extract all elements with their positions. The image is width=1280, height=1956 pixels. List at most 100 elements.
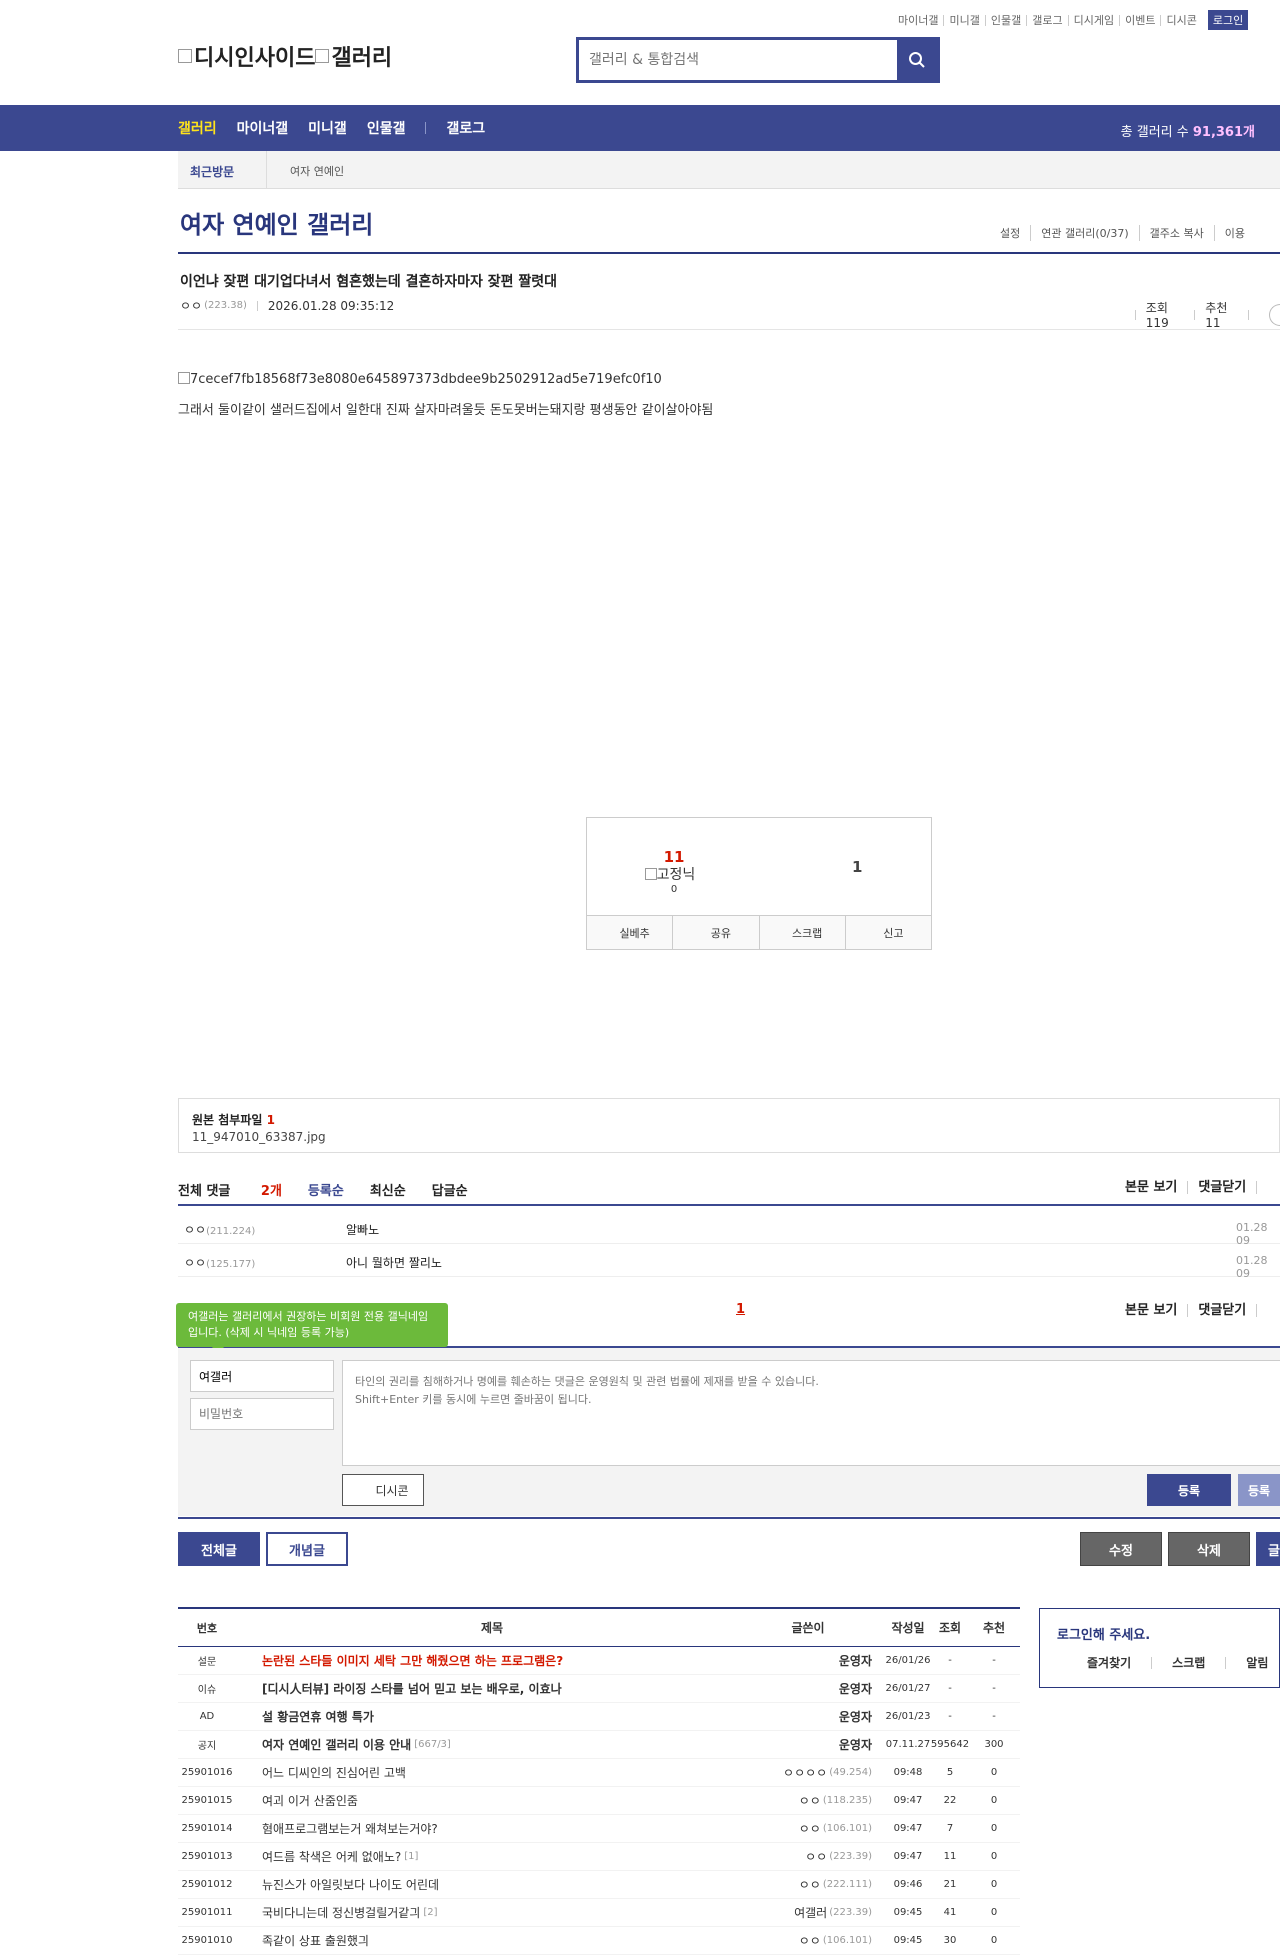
share-toggle-icon[interactable] [1268, 303, 1280, 326]
row-reply-count[interactable]: [1] [404, 1851, 418, 1862]
best-recommend-button[interactable]: 실베추 [587, 916, 672, 949]
comment-nick[interactable]: ㅇㅇ(125.177) [184, 1254, 255, 1271]
list-row[interactable]: AD 설 황금연휴 여행 특가 운영자 26/01/23- - [178, 1703, 1020, 1731]
edit-button[interactable]: 수정 [1080, 1532, 1162, 1566]
post-author[interactable]: ㅇㅇ [180, 297, 202, 314]
row-title[interactable]: 여괴 이거 산줌인줌 [262, 1792, 358, 1809]
share-button[interactable]: 공유 [672, 916, 758, 949]
row-title[interactable]: 혐애프로그램보는거 왜쳐보는거야? [262, 1820, 438, 1837]
list-row[interactable]: 25901013 여드름 착색은 어케 없애노? [1] ㅇㅇ (223.39) 09:4… [178, 1843, 1020, 1871]
gallery-usage-link[interactable]: 이용 [1213, 225, 1255, 241]
list-row[interactable]: 25901012 뉴진스가 아일릿보다 나이도 어린데 ㅇㅇ (222.111) 09:… [178, 1871, 1020, 1899]
recommend-up[interactable]: 11 고정닉 0 [644, 848, 699, 895]
row-title[interactable]: 국비다니는데 정신병걸릴거같긔 [262, 1904, 420, 1921]
post-image[interactable]: 7cecef7fb18568f73e8080e645897373dbdee9b2… [178, 372, 662, 387]
list-row[interactable]: 이슈 [디시人터뷰] 라이징 스타를 넘어 믿고 보는 배우로, 이효나 운영자 26… [178, 1675, 1020, 1703]
row-writer[interactable]: 운영자 [678, 1703, 872, 1730]
close-comments-link[interactable]: 댓글닫기 [1187, 1304, 1256, 1317]
nickname-field[interactable] [190, 1360, 334, 1392]
login-prompt[interactable]: 로그인해 주세요. [1057, 1624, 1150, 1643]
top-link-dccon[interactable]: 디시콘 [1160, 14, 1201, 26]
gallery-settings-link[interactable]: 설정 [1000, 225, 1030, 241]
row-writer[interactable]: 여갤러 (223.39) [678, 1899, 872, 1926]
top-link-gallog[interactable]: 갤로그 [1026, 14, 1067, 26]
row-title[interactable]: 어느 디씨인의 진심어린 고백 [262, 1764, 406, 1781]
all-posts-button[interactable]: 전체글 [178, 1532, 260, 1566]
scrap-button[interactable]: 스크랩 [758, 916, 845, 949]
top-link-dcgame[interactable]: 디시게임 [1067, 14, 1119, 26]
row-writer[interactable]: ㅇㅇㅇㅇ (49.254) [678, 1759, 872, 1786]
list-row[interactable]: 25901014 혐애프로그램보는거 왜쳐보는거야? ㅇㅇ (106.101) 09:4… [178, 1815, 1020, 1843]
search-input[interactable] [579, 40, 897, 80]
nav-gallery[interactable]: 갤러리 [178, 118, 217, 138]
list-row[interactable]: 25901011 국비다니는데 정신병걸릴거같긔 [2] 여갤러 (223.39) 09:… [178, 1899, 1020, 1927]
list-row[interactable]: 설문 논란된 스타들 이미지 세탁 그만 해줬으면 하는 프로그램은? 운영자 26/… [178, 1647, 1020, 1675]
recommend-down-count[interactable]: 1 [852, 858, 862, 876]
nav-gallog[interactable]: 갤로그 [446, 118, 485, 138]
notification-link[interactable]: 알림 [1225, 1657, 1280, 1669]
scrap-link[interactable]: 스크랩 [1151, 1657, 1225, 1669]
nav-person[interactable]: 인물갤 [367, 118, 406, 138]
top-link-person[interactable]: 인물갤 [984, 14, 1026, 26]
recent-visits-label[interactable]: 최근방문 [190, 163, 234, 180]
related-galleries-link[interactable]: 연관 갤러리(0/37) [1030, 225, 1138, 241]
search-button[interactable] [897, 40, 937, 80]
row-writer[interactable]: ㅇㅇ (118.235) [678, 1787, 872, 1814]
post-list-header: 번호 제목 글쓴이 작성일 조회 추천 [178, 1609, 1020, 1647]
write-button[interactable]: 글 [1256, 1532, 1280, 1566]
report-button[interactable]: 신고 [844, 916, 931, 949]
row-title[interactable]: 논란된 스타들 이미지 세탁 그만 해줬으면 하는 프로그램은? [262, 1652, 563, 1669]
login-button[interactable]: 로그인 [1207, 10, 1249, 30]
comment-textarea[interactable] [342, 1360, 1280, 1466]
nav-mini[interactable]: 미니갤 [308, 118, 347, 138]
favorites-link[interactable]: 즐겨찾기 [1040, 1657, 1151, 1669]
site-logo[interactable]: 디시인사이드 갤러리 [178, 40, 392, 72]
register-button[interactable]: 등록 [1147, 1474, 1231, 1506]
concept-posts-button[interactable]: 개념글 [266, 1532, 348, 1566]
view-post-link[interactable]: 본문 보기 [1115, 1181, 1187, 1194]
gallery-title[interactable]: 여자 연예인 갤러리 [180, 205, 373, 240]
sort-by-registration[interactable]: 등록순 [308, 1180, 344, 1199]
top-link-minor[interactable]: 마이너갤 [893, 15, 943, 26]
row-title[interactable]: 족같이 상표 출원했긔 [262, 1932, 369, 1949]
logo-alt-text: 디시인사이드 [194, 46, 316, 71]
row-writer[interactable]: 운영자 [678, 1731, 872, 1758]
view-post-link[interactable]: 본문 보기 [1115, 1304, 1187, 1317]
list-row[interactable]: 공지 여자 연예인 갤러리 이용 안내 [667/3] 운영자 07.11.27 5956… [178, 1731, 1020, 1759]
dccon-button[interactable]: 디시콘 [342, 1474, 424, 1506]
nav-minor[interactable]: 마이너갤 [237, 118, 289, 138]
attachment-file[interactable]: 11_947010_63387.jpg [192, 1130, 326, 1144]
password-field[interactable] [190, 1398, 334, 1430]
row-writer[interactable]: ㅇㅇ (106.101) [678, 1927, 872, 1954]
sort-by-replies[interactable]: 답글순 [432, 1180, 468, 1199]
row-title[interactable]: 뉴진스가 아일릿보다 나이도 어린데 [262, 1876, 439, 1893]
comment-nick[interactable]: ㅇㅇ(211.224) [184, 1221, 255, 1238]
list-row[interactable]: 25901015 여괴 이거 산줌인줌 ㅇㅇ (118.235) 09:47 22 0 [178, 1787, 1020, 1815]
top-link-mini[interactable]: 미니갤 [943, 14, 984, 26]
copy-gallery-url-link[interactable]: 갤주소 복사 [1138, 225, 1214, 241]
stats-divider [1135, 309, 1136, 320]
top-link-event[interactable]: 이벤트 [1119, 14, 1160, 26]
row-writer[interactable]: ㅇㅇ (223.39) [678, 1843, 872, 1870]
sort-by-latest[interactable]: 최신순 [370, 1180, 406, 1199]
stats-divider [1194, 309, 1196, 320]
recent-visit-item[interactable]: 여자 연예인 [290, 163, 344, 179]
row-title[interactable]: 여드름 착색은 어케 없애노? [262, 1848, 401, 1865]
row-writer[interactable]: ㅇㅇ (106.101) [678, 1815, 872, 1842]
row-writer[interactable]: 운영자 [678, 1675, 872, 1702]
row-writer[interactable]: 운영자 [678, 1647, 872, 1674]
row-writer-name: ㅇㅇ [798, 1794, 821, 1808]
row-reply-count[interactable]: [667/3] [414, 1739, 451, 1750]
row-title[interactable]: 설 황금연휴 여행 특가 [262, 1708, 374, 1725]
row-title[interactable]: [디시人터뷰] 라이징 스타를 넘어 믿고 보는 배우로, 이효나 [262, 1680, 562, 1697]
row-title[interactable]: 여자 연예인 갤러리 이용 안내 [262, 1736, 411, 1753]
close-comments-link[interactable]: 댓글닫기 [1187, 1181, 1256, 1194]
list-row[interactable]: 25901016 어느 디씨인의 진심어린 고백 ㅇㅇㅇㅇ (49.254) 09:48… [178, 1759, 1020, 1787]
row-writer[interactable]: ㅇㅇ (222.111) [678, 1871, 872, 1898]
list-row[interactable]: 25901010 족같이 상표 출원했긔 ㅇㅇ (106.101) 09:45 30 0 [178, 1927, 1020, 1955]
delete-button[interactable]: 삭제 [1168, 1532, 1250, 1566]
row-reply-count[interactable]: [2] [423, 1907, 437, 1918]
post-stats: 조회 119 추천 11 [1125, 299, 1280, 330]
register-and-recommend-button[interactable]: 등록 [1238, 1474, 1280, 1506]
comment-page-1[interactable]: 1 [736, 1302, 745, 1317]
